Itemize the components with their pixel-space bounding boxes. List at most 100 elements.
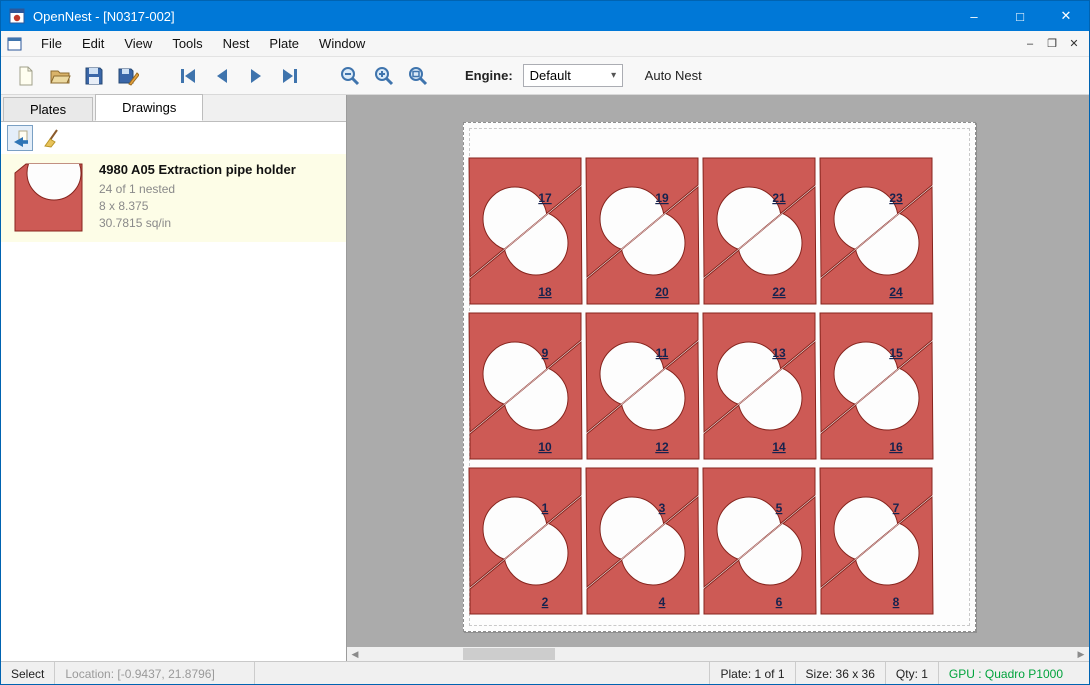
part-number-label: 20 [655,285,669,299]
plate[interactable]: 171819202122232491011121314151612345678 [463,122,976,632]
status-location: Location: [-0.9437, 21.8796] [55,662,255,685]
close-button[interactable]: ✕ [1043,1,1089,31]
engine-label: Engine: [465,68,513,83]
auto-nest-button[interactable]: Auto Nest [645,68,702,83]
scrollbar-thumb[interactable] [463,648,555,660]
part-pair-shape [703,158,816,304]
menu-edit[interactable]: Edit [72,32,114,55]
nested-part-pair[interactable]: 12 [469,468,582,614]
tab-plates[interactable]: Plates [3,97,93,121]
menu-view[interactable]: View [114,32,162,55]
tab-drawings[interactable]: Drawings [95,94,203,121]
drawing-info: 4980 A05 Extraction pipe holder 24 of 1 … [89,160,338,236]
scroll-left-icon[interactable]: ◀ [347,647,363,661]
save-button[interactable] [79,61,109,91]
part-number-label: 16 [889,440,903,454]
nested-part-pair[interactable]: 13 14 [703,313,816,459]
last-plate-button[interactable] [275,61,305,91]
drawings-panel: 4980 A05 Extraction pipe holder 24 of 1 … [1,122,346,661]
menu-nest[interactable]: Nest [213,32,260,55]
part-pair-shape [820,468,933,614]
part-pair-shape [820,158,933,304]
nested-part-pair[interactable]: 78 [820,468,933,614]
menu-window[interactable]: Window [309,32,375,55]
part-number-label: 12 [655,440,669,454]
move-back-icon [10,128,30,148]
engine-selected-value: Default [530,68,606,83]
part-number-label: 5 [776,501,783,515]
menu-file[interactable]: File [31,32,72,55]
part-number-label: 9 [542,346,549,360]
nested-part-pair[interactable]: 11 12 [586,313,699,459]
opennest-window: OpenNest - [N0317-002] – □ ✕ FileEditVie… [0,0,1090,685]
part-number-label: 8 [893,595,900,609]
part-number-label: 4 [659,595,666,609]
nested-part-pair[interactable]: 1920 [586,158,699,304]
child-restore-button[interactable]: ❐ [1041,34,1063,54]
resize-grip[interactable] [1073,662,1089,685]
minimize-button[interactable]: – [951,1,997,31]
menu-plate[interactable]: Plate [259,32,309,55]
status-size: Size: 36 x 36 [795,662,885,685]
menu-tools[interactable]: Tools [162,32,212,55]
part-pair-shape [469,158,582,304]
drawing-list-item[interactable]: 4980 A05 Extraction pipe holder 24 of 1 … [1,154,346,242]
nesting-canvas[interactable]: 171819202122232491011121314151612345678 … [347,95,1089,661]
nested-part-pair[interactable]: 34 [586,468,699,614]
statusbar: Select Location: [-0.9437, 21.8796] Plat… [1,661,1089,685]
engine-select[interactable]: Default ▾ [523,64,623,87]
chevron-down-icon: ▾ [606,70,622,81]
move-back-button[interactable] [7,125,33,151]
part-number-label: 1 [542,501,549,515]
nav-previous-icon [211,65,233,87]
part-number-label: 23 [889,191,903,205]
new-button[interactable] [11,61,41,91]
nested-part-pair[interactable]: 56 [703,468,816,614]
child-close-button[interactable]: ✕ [1063,34,1085,54]
part-pair-shape [820,313,933,459]
nested-part-pair[interactable]: 2122 [703,158,816,304]
part-number-label: 13 [772,346,786,360]
nested-part-pair[interactable]: 2324 [820,158,933,304]
zoom-fit-icon [407,65,429,87]
toolbar: Engine: Default ▾ Auto Nest [1,57,1089,95]
nested-part-pair[interactable]: 1516 [820,313,933,459]
part-number-label: 22 [772,285,786,299]
save-edit-icon [117,65,139,87]
part-number-label: 14 [772,440,786,454]
maximize-button[interactable]: □ [997,1,1043,31]
zoom-out-button[interactable] [335,61,365,91]
part-number-label: 18 [538,285,552,299]
zoom-in-icon [373,65,395,87]
next-plate-button[interactable] [241,61,271,91]
nested-part-pair[interactable]: 1718 [469,158,582,304]
zoom-in-button[interactable] [369,61,399,91]
scrollbar-track[interactable] [363,647,1073,661]
titlebar: OpenNest - [N0317-002] – □ ✕ [1,1,1089,31]
document-icon [7,36,25,52]
part-thumbnail [9,160,89,236]
drawing-nested-count: 24 of 1 nested [99,181,338,198]
zoom-fit-button[interactable] [403,61,433,91]
previous-plate-button[interactable] [207,61,237,91]
scroll-right-icon[interactable]: ▶ [1073,647,1089,661]
drawing-area: 30.7815 sq/in [99,215,338,232]
first-plate-button[interactable] [173,61,203,91]
part-number-label: 17 [538,191,552,205]
new-file-icon [15,65,37,87]
part-number-label: 11 [656,346,669,360]
child-minimize-button[interactable]: – [1019,34,1041,54]
open-button[interactable] [45,61,75,91]
horizontal-scrollbar[interactable]: ◀ ▶ [347,647,1089,661]
status-plate: Plate: 1 of 1 [709,662,794,685]
part-number-label: 2 [542,595,549,609]
drawing-title: 4980 A05 Extraction pipe holder [99,162,338,177]
part-pair-shape [586,313,699,459]
part-number-label: 15 [889,346,903,360]
part-pair-shape [586,468,699,614]
clear-button[interactable] [39,125,65,151]
status-mode: Select [1,662,55,685]
part-number-label: 6 [776,595,783,609]
save-as-button[interactable] [113,61,143,91]
nested-part-pair[interactable]: 910 [469,313,582,459]
